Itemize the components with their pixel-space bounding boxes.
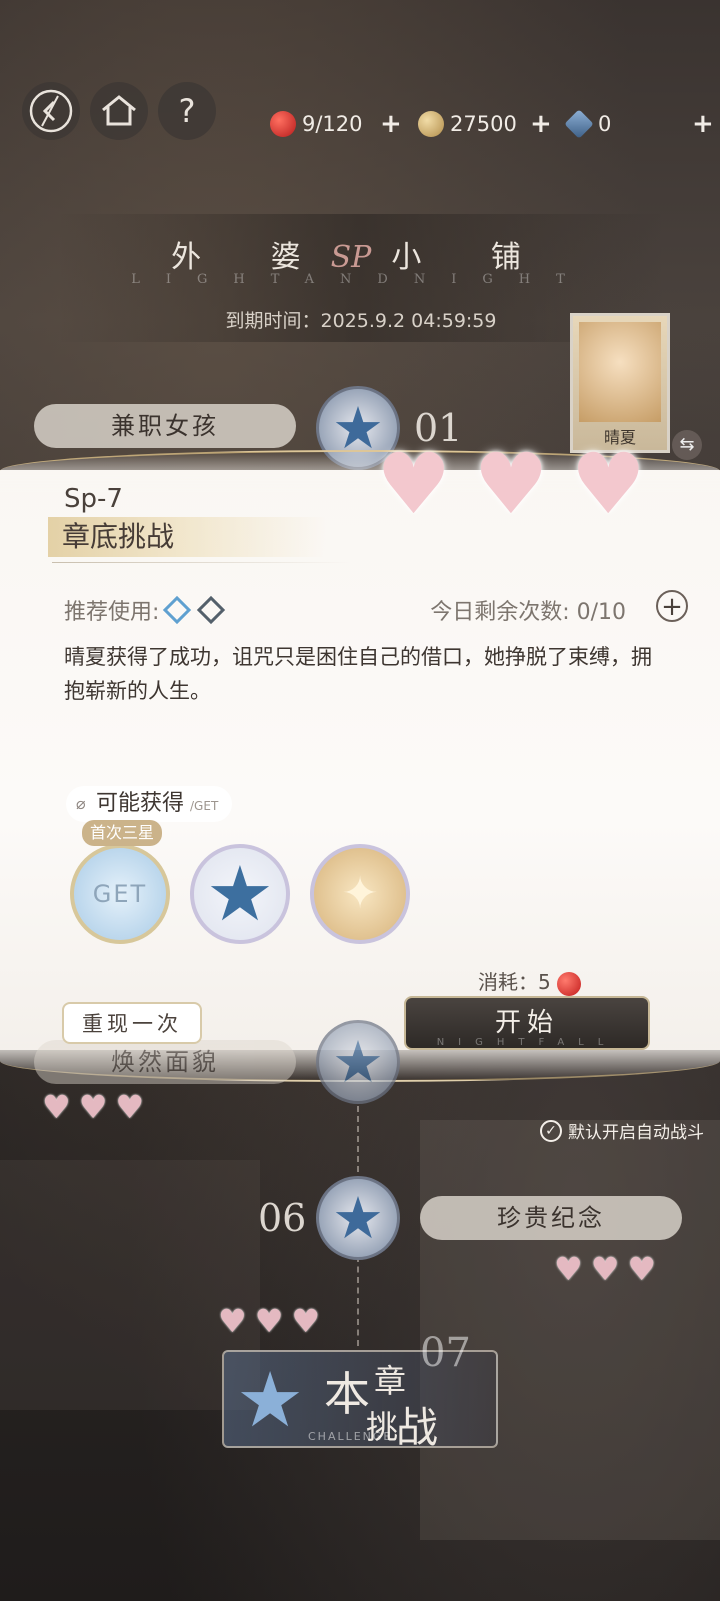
coin-resource: 27500 — [418, 106, 517, 142]
link-icon: ⌀ — [76, 794, 86, 813]
home-icon — [102, 95, 136, 126]
heart-icon: ♥ — [376, 435, 452, 533]
coin-value: 27500 — [450, 112, 517, 136]
stage-detail-panel — [0, 450, 720, 1050]
add-stamina-button[interactable]: + — [380, 106, 402, 142]
apple-icon — [556, 971, 581, 996]
heart-icon: ♥ — [570, 435, 646, 533]
auto-battle-toggle[interactable]: ✓ 默认开启自动战斗 — [540, 1118, 704, 1143]
challenge-hearts: ♥ ♥ ♥ — [218, 1302, 321, 1340]
stage-node-06[interactable]: ★ — [316, 1176, 400, 1260]
apple-icon — [270, 111, 296, 137]
replay-button[interactable]: 重现一次 — [62, 1002, 202, 1044]
stage-description: 晴夏获得了成功，诅咒只是困住自己的借口，她挣脱了束缚，拥抱崭新的人生。 — [64, 645, 652, 703]
start-button[interactable]: 开始 NIGHTFALL — [404, 996, 650, 1050]
recommend-row: 推荐使用: — [64, 594, 226, 626]
rewards-subtitle: /GET — [190, 799, 219, 813]
rewards-header: ⌀ 可能获得/GET — [66, 786, 233, 822]
recommend-label: 推荐使用: — [64, 600, 160, 625]
add-attempts-button[interactable]: + — [656, 590, 688, 622]
add-gem-button[interactable]: + — [692, 106, 714, 142]
coin-icon — [418, 111, 444, 137]
character-portrait — [579, 322, 661, 422]
path-line — [357, 1256, 361, 1346]
back-icon — [29, 89, 73, 133]
heart-icon: ♥ — [473, 435, 549, 533]
divider — [52, 562, 352, 563]
reward-starfish[interactable]: ★ — [190, 844, 290, 944]
check-icon: ✓ — [540, 1119, 562, 1142]
path-line — [357, 1106, 361, 1172]
stage-pill-01[interactable]: 兼职女孩 — [34, 404, 296, 448]
recommend-type-icon-2 — [197, 595, 226, 625]
starfish-icon: ★ — [236, 1355, 305, 1444]
stage-05-hearts: ♥ ♥ ♥ — [42, 1088, 145, 1126]
home-button[interactable] — [90, 82, 148, 140]
gem-value: 0 — [598, 112, 612, 136]
help-button[interactable]: ? — [158, 82, 216, 140]
starfish-icon: ★ — [332, 1028, 384, 1096]
chapter-challenge-button[interactable]: ★ 07 本 章 挑 战 CHALLENGE — [222, 1330, 498, 1452]
swap-icon[interactable]: ⇆ — [672, 430, 702, 460]
stage-node-05[interactable]: ★ — [316, 1020, 400, 1104]
stamina-cost: 消耗：5 — [478, 966, 581, 996]
reward-coin[interactable]: ✦ — [310, 844, 410, 944]
help-icon: ? — [178, 92, 196, 130]
first-three-star-tag: 首次三星 — [82, 820, 163, 846]
back-button[interactable] — [22, 82, 80, 140]
shop-subtitle: LIGHTANDNIGHT — [131, 272, 591, 287]
shop-title: 外 婆SP 小 铺 — [171, 240, 551, 275]
stamina-value: 9/120 — [302, 112, 363, 136]
starfish-icon: ★ — [332, 1184, 384, 1252]
challenge-number: 07 — [420, 1330, 471, 1376]
stage-code: Sp-7 — [64, 484, 123, 514]
character-card[interactable]: 晴夏 — [570, 313, 670, 453]
recommend-type-icon-1 — [163, 595, 192, 625]
stage-name: 章底挑战 — [48, 517, 326, 557]
stamina-resource: 9/120 — [270, 106, 363, 142]
difficulty-hearts: ♥ ♥ ♥ — [376, 442, 646, 526]
remaining-attempts: 今日剩余次数: 0/10 — [430, 600, 626, 625]
gem-icon — [564, 109, 594, 139]
gem-resource: 0 — [564, 106, 612, 142]
starfish-icon: ★ — [205, 849, 275, 938]
stage-06-hearts: ♥ ♥ ♥ — [554, 1250, 657, 1288]
rewards-title: 可能获得 — [96, 791, 185, 816]
stage-pill-05[interactable]: 焕然面貌 — [34, 1040, 296, 1084]
sparkle-coin-icon: ✦ — [341, 868, 379, 919]
reward-badge-get[interactable]: GET — [70, 844, 170, 944]
stage-number-06: 06 — [258, 1196, 307, 1240]
stage-pill-06[interactable]: 珍贵纪念 — [420, 1196, 682, 1240]
add-coin-button[interactable]: + — [530, 106, 552, 142]
